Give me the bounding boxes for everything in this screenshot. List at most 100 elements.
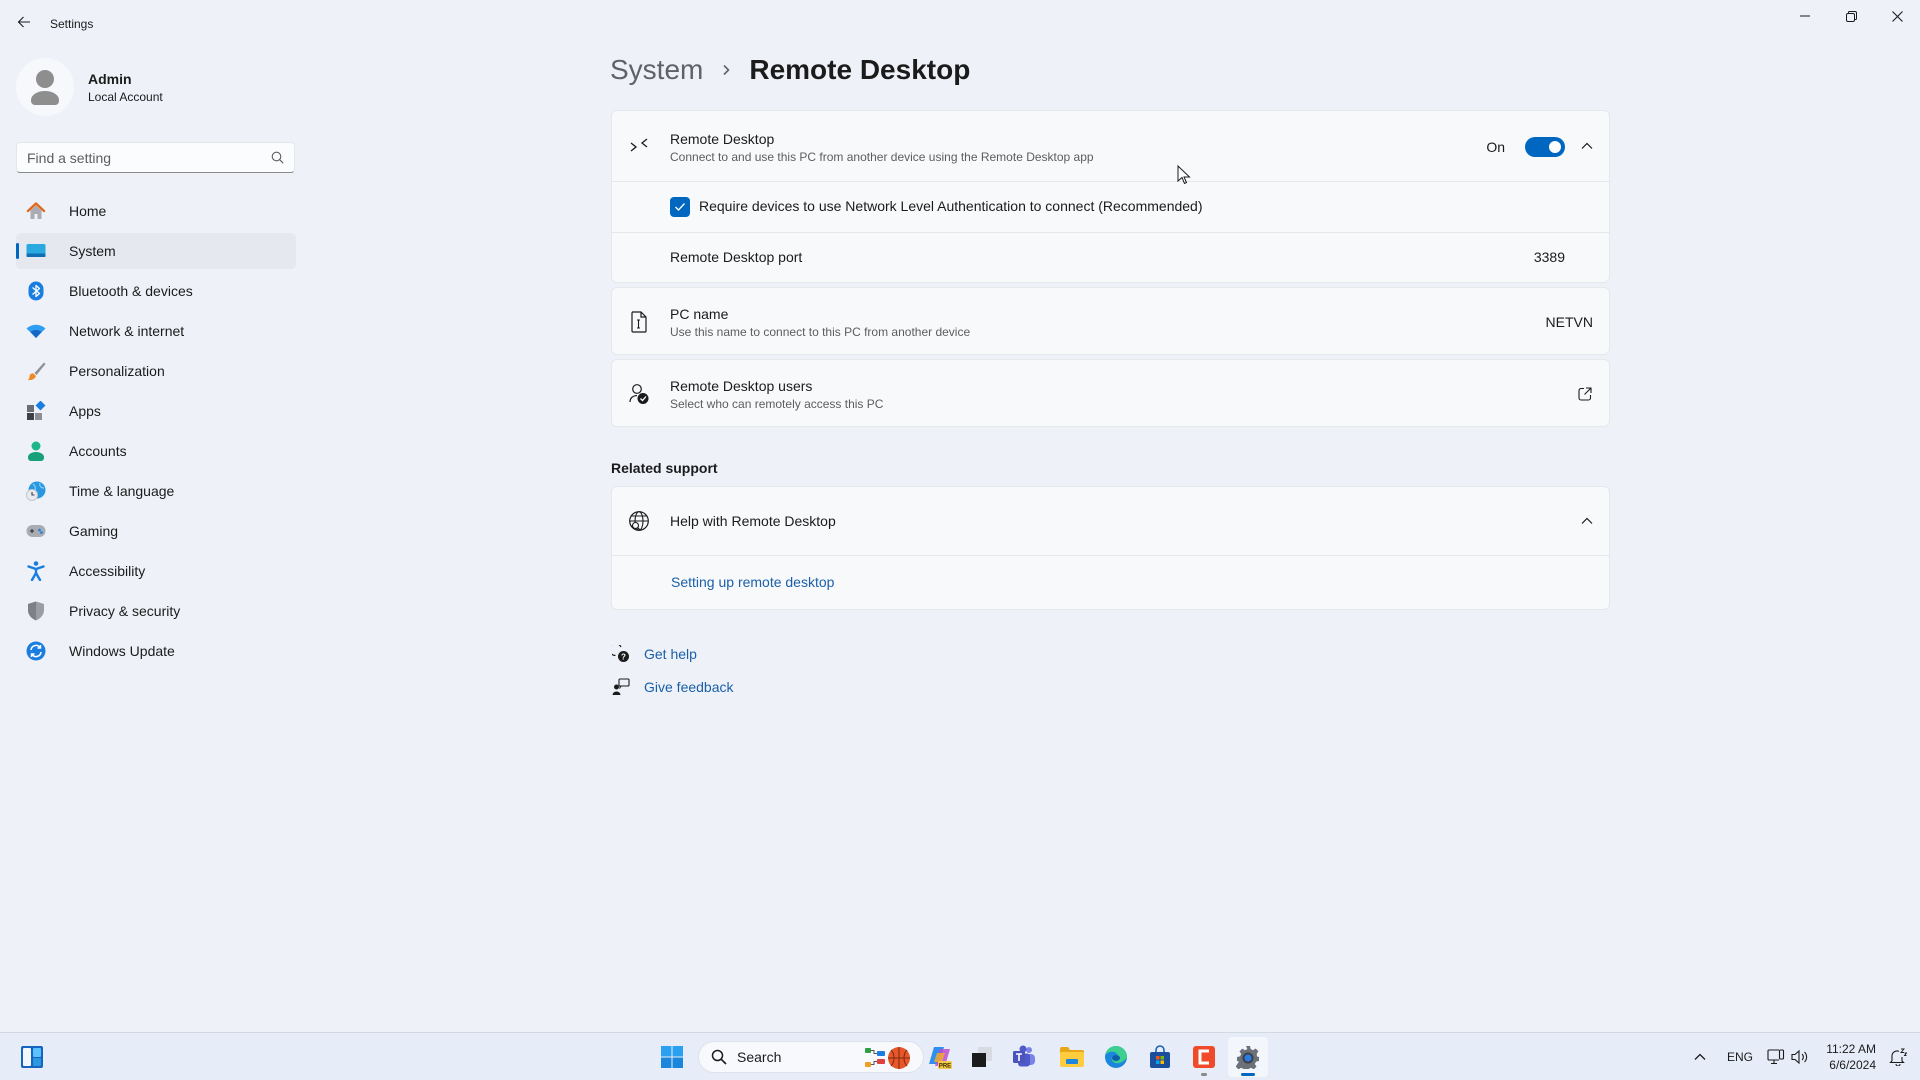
notifications-button[interactable] (1882, 1037, 1914, 1077)
document-rename-icon (627, 310, 651, 334)
language-indicator[interactable]: ENG (1727, 1033, 1753, 1080)
show-hidden-icons-button[interactable] (1680, 1037, 1720, 1077)
give-feedback-link[interactable]: Give feedback (644, 679, 734, 695)
collapse-button[interactable] (1577, 136, 1597, 156)
clock-date: 6/6/2024 (1829, 1058, 1876, 1072)
sidebar-nav: Home System Bluetooth & devices Network … (16, 193, 296, 673)
help-header[interactable]: Help with Remote Desktop (612, 487, 1609, 555)
pc-name-value: NETVN (1545, 314, 1593, 330)
update-icon (26, 641, 46, 661)
title-bar: Settings (0, 0, 1920, 48)
user-profile[interactable]: Admin Local Account (16, 58, 163, 116)
chevron-up-icon (1581, 517, 1593, 524)
home-icon (26, 201, 46, 221)
sidebar-item-home[interactable]: Home (16, 193, 296, 229)
bluetooth-icon (26, 281, 46, 301)
sidebar-item-accounts[interactable]: Accounts (16, 433, 296, 469)
sidebar-item-time-language[interactable]: Time & language (16, 473, 296, 509)
help-card: Help with Remote Desktop Setting up remo… (611, 486, 1610, 610)
get-help-icon: ? (611, 644, 631, 664)
checkmark-icon (675, 203, 685, 211)
back-button[interactable] (14, 12, 34, 32)
get-help-link-row[interactable]: ? Get help (611, 644, 697, 664)
taskbar-clock[interactable]: 11:22 AM 6/6/2024 (1820, 1041, 1876, 1073)
breadcrumb: System Remote Desktop (610, 54, 970, 86)
globe-search-icon (627, 509, 651, 533)
sidebar-item-label: System (69, 243, 116, 259)
network-wired-icon (1767, 1049, 1785, 1065)
sidebar-item-label: Personalization (69, 363, 165, 379)
port-row: Remote Desktop port 3389 (612, 233, 1609, 283)
person-avatar-icon (31, 70, 59, 105)
folder-icon (1060, 1047, 1084, 1067)
file-explorer-button[interactable] (1052, 1037, 1092, 1077)
svg-text:PRE: PRE (939, 1064, 951, 1070)
sidebar-item-personalization[interactable]: Personalization (16, 353, 296, 389)
black-square-app-icon (972, 1047, 992, 1067)
related-support-heading: Related support (611, 460, 718, 476)
sidebar-item-label: Home (69, 203, 107, 219)
settings-search[interactable] (16, 142, 295, 173)
external-link-icon (1578, 387, 1592, 401)
give-feedback-link-row[interactable]: Give feedback (611, 677, 734, 697)
collapse-help-button[interactable] (1577, 511, 1597, 531)
windows-logo-icon (661, 1046, 683, 1068)
sidebar-item-system[interactable]: System (16, 233, 296, 269)
edge-icon (1105, 1046, 1127, 1068)
sidebar-item-accessibility[interactable]: Accessibility (16, 553, 296, 589)
sidebar-item-gaming[interactable]: Gaming (16, 513, 296, 549)
pc-name-card: PC name Use this name to connect to this… (611, 287, 1610, 355)
get-help-link[interactable]: Get help (644, 646, 697, 662)
sidebar-item-privacy[interactable]: Privacy & security (16, 593, 296, 629)
search-input[interactable] (27, 149, 271, 166)
widgets-icon (21, 1046, 43, 1068)
sidebar-item-label: Windows Update (69, 643, 175, 659)
taskbar-search-label: Search (737, 1049, 782, 1065)
remote-desktop-description: Connect to and use this PC from another … (670, 150, 1094, 164)
port-label: Remote Desktop port (670, 249, 803, 265)
wifi-icon (26, 321, 46, 341)
arrow-left-icon (17, 16, 30, 28)
red-c-app-icon (1193, 1046, 1215, 1068)
remote-desktop-users-card[interactable]: Remote Desktop users Select who can remo… (611, 359, 1610, 427)
remote-desktop-card: Remote Desktop Connect to and use this P… (611, 110, 1610, 283)
sidebar-item-label: Bluetooth & devices (69, 283, 193, 299)
store-icon (1150, 1045, 1170, 1068)
clock-time: 11:22 AM (1826, 1042, 1876, 1056)
restore-button[interactable] (1828, 0, 1874, 32)
red-app-button[interactable] (1184, 1037, 1224, 1077)
remote-desktop-toggle[interactable] (1525, 137, 1565, 157)
taskbar-search[interactable]: Search (698, 1041, 924, 1073)
teams-icon (1013, 1045, 1035, 1067)
open-external-button[interactable] (1575, 384, 1595, 404)
start-button[interactable] (652, 1037, 692, 1077)
sidebar-item-windows-update[interactable]: Windows Update (16, 633, 296, 669)
chevron-up-icon (1581, 142, 1593, 149)
network-status-button[interactable] (1758, 1037, 1818, 1077)
settings-taskbar-button[interactable] (1228, 1037, 1268, 1077)
breadcrumb-parent[interactable]: System (610, 54, 703, 86)
copilot-icon: PRE (929, 1047, 952, 1070)
person-icon (26, 441, 46, 461)
sidebar-item-apps[interactable]: Apps (16, 393, 296, 429)
app-title: Settings (50, 17, 94, 31)
terminal-app-button[interactable] (962, 1037, 1002, 1077)
search-highlight-icon (865, 1047, 910, 1069)
copilot-button[interactable]: PRE (920, 1037, 960, 1077)
edge-button[interactable] (1096, 1037, 1136, 1077)
microsoft-store-button[interactable] (1140, 1037, 1180, 1077)
help-links: Setting up remote desktop (612, 556, 1609, 610)
sidebar-item-bluetooth[interactable]: Bluetooth & devices (16, 273, 296, 309)
minimize-button[interactable] (1782, 0, 1828, 32)
profile-name: Admin (88, 70, 132, 87)
nla-checkbox[interactable] (670, 197, 690, 217)
close-icon (1891, 10, 1903, 22)
widgets-button[interactable] (12, 1037, 52, 1077)
close-button[interactable] (1874, 0, 1920, 32)
nla-label[interactable]: Require devices to use Network Level Aut… (699, 198, 1203, 214)
setting-up-remote-desktop-link[interactable]: Setting up remote desktop (671, 574, 834, 590)
teams-button[interactable] (1004, 1037, 1044, 1077)
brush-icon (26, 361, 46, 381)
sidebar-item-network[interactable]: Network & internet (16, 313, 296, 349)
remote-desktop-header[interactable]: Remote Desktop Connect to and use this P… (612, 111, 1609, 181)
